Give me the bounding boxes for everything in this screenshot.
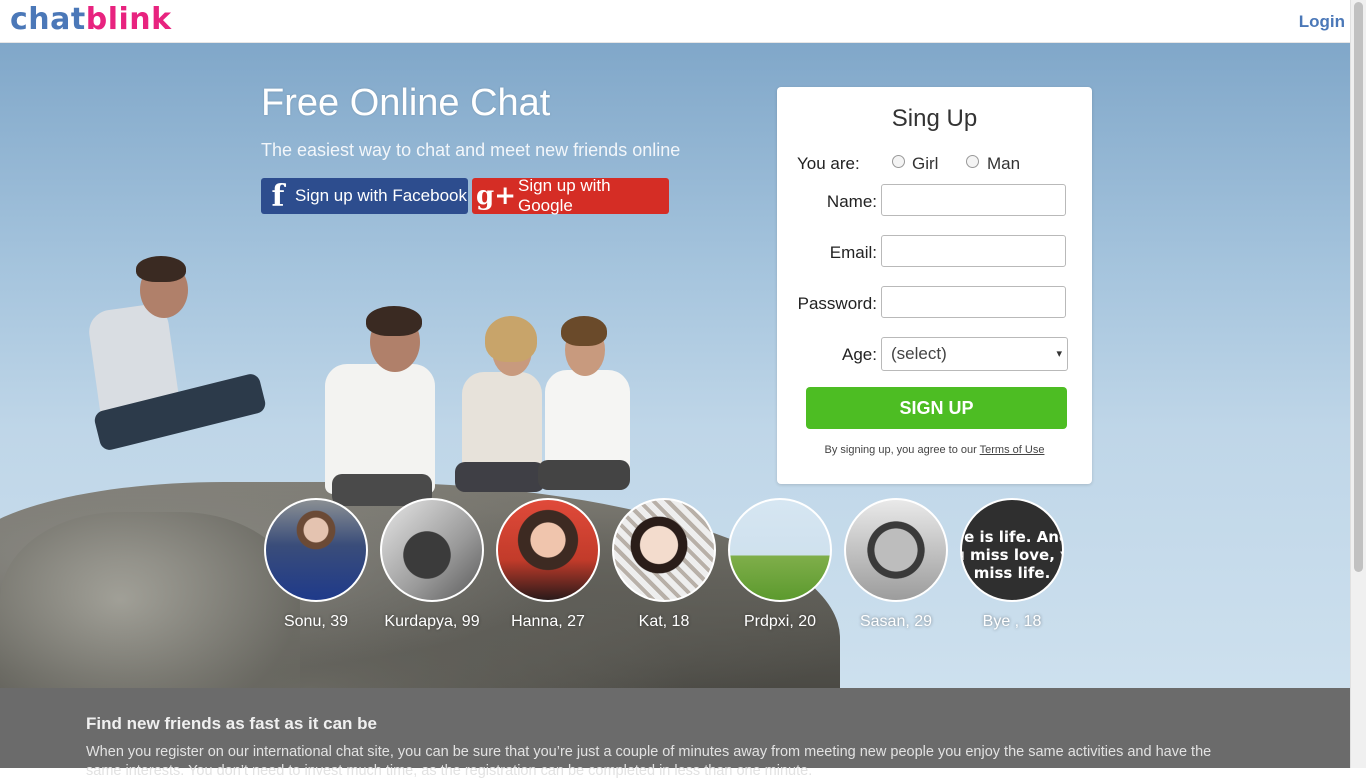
email-field[interactable] bbox=[881, 235, 1066, 267]
profile-card[interactable]: Sasan, 29 bbox=[844, 498, 948, 631]
gender-man-label[interactable]: Man bbox=[987, 154, 1020, 174]
signup-title: Sing Up bbox=[891, 105, 978, 132]
gender-girl-label[interactable]: Girl bbox=[912, 154, 938, 174]
profile-card[interactable]: Kat, 18 bbox=[612, 498, 716, 631]
password-field[interactable] bbox=[881, 286, 1066, 318]
signup-card: Sing Up You are: Girl Man Name: Email: P… bbox=[777, 87, 1092, 484]
profile-name[interactable]: Bye , 18 bbox=[960, 613, 1064, 631]
featured-profiles: Sonu, 39 Kurdapya, 99 Hanna, 27 Kat, 18 … bbox=[264, 498, 1084, 638]
hero-title: Free Online Chat bbox=[261, 82, 551, 124]
you-are-label: You are: bbox=[797, 154, 860, 173]
profile-name[interactable]: Sonu, 39 bbox=[264, 613, 368, 631]
facebook-icon: f bbox=[271, 178, 285, 214]
terms-of-use-link[interactable]: Terms of Use bbox=[980, 444, 1045, 456]
scrollbar-thumb[interactable] bbox=[1354, 2, 1363, 572]
avatar[interactable] bbox=[496, 498, 600, 602]
terms-note: By signing up, you agree to our Terms of… bbox=[777, 444, 1092, 456]
age-label: Age: bbox=[842, 345, 877, 364]
age-select[interactable]: (select) ▾ bbox=[881, 337, 1068, 371]
background-rock-highlight bbox=[0, 512, 300, 688]
name-label: Name: bbox=[826, 192, 877, 211]
profile-card[interactable]: Prdpxi, 20 bbox=[728, 498, 832, 631]
profile-card[interactable]: Sonu, 39 bbox=[264, 498, 368, 631]
avatar[interactable] bbox=[264, 498, 368, 602]
google-signup-label: Sign up with Google bbox=[518, 176, 611, 215]
avatar[interactable] bbox=[612, 498, 716, 602]
top-bar: chatblink Login bbox=[0, 0, 1350, 43]
avatar[interactable] bbox=[380, 498, 484, 602]
page-scrollbar[interactable] bbox=[1350, 0, 1366, 768]
info-text: When you register on our international c… bbox=[86, 744, 1212, 779]
google-plus-icon: g+ bbox=[476, 181, 516, 211]
info-section: Find new friends as fast as it can be Wh… bbox=[0, 688, 1350, 779]
profile-card[interactable]: Kurdapya, 99 bbox=[380, 498, 484, 631]
name-field[interactable] bbox=[881, 184, 1066, 216]
gender-girl-radio[interactable] bbox=[892, 155, 905, 168]
profile-name[interactable]: Hanna, 27 bbox=[496, 613, 600, 631]
profile-name[interactable]: Sasan, 29 bbox=[844, 613, 948, 631]
logo-part-chat: chat bbox=[10, 2, 86, 37]
info-title: Find new friends as fast as it can be bbox=[86, 714, 377, 733]
profile-name[interactable]: Kat, 18 bbox=[612, 613, 716, 631]
facebook-signup-button[interactable]: f Sign up with Facebook bbox=[261, 178, 468, 214]
facebook-signup-label: Sign up with Facebook bbox=[295, 186, 467, 205]
logo[interactable]: chatblink bbox=[10, 2, 172, 37]
terms-text: By signing up, you agree to our bbox=[824, 444, 977, 456]
profile-card[interactable]: ve is life. And u miss love, y miss life… bbox=[960, 498, 1064, 631]
chevron-down-icon: ▾ bbox=[1056, 348, 1062, 360]
gender-man-radio[interactable] bbox=[966, 155, 979, 168]
hero-subtitle: The easiest way to chat and meet new fri… bbox=[261, 140, 681, 160]
avatar[interactable]: ve is life. And u miss love, y miss life… bbox=[960, 498, 1064, 602]
logo-part-blink: blink bbox=[85, 2, 172, 37]
password-label: Password: bbox=[797, 294, 877, 313]
google-signup-button[interactable]: g+ Sign up with Google bbox=[472, 176, 669, 215]
profile-name[interactable]: Kurdapya, 99 bbox=[380, 613, 484, 631]
hero-section: Free Online Chat The easiest way to chat… bbox=[0, 42, 1350, 688]
profile-name[interactable]: Prdpxi, 20 bbox=[728, 613, 832, 631]
avatar-quote-text: ve is life. And u miss love, y miss life… bbox=[962, 528, 1062, 582]
signup-submit-button[interactable]: SIGN UP bbox=[806, 387, 1067, 429]
login-link[interactable]: Login bbox=[1299, 12, 1345, 32]
profile-card[interactable]: Hanna, 27 bbox=[496, 498, 600, 631]
avatar[interactable] bbox=[844, 498, 948, 602]
avatar[interactable] bbox=[728, 498, 832, 602]
email-label: Email: bbox=[829, 243, 877, 262]
age-select-value: (select) bbox=[891, 344, 947, 363]
